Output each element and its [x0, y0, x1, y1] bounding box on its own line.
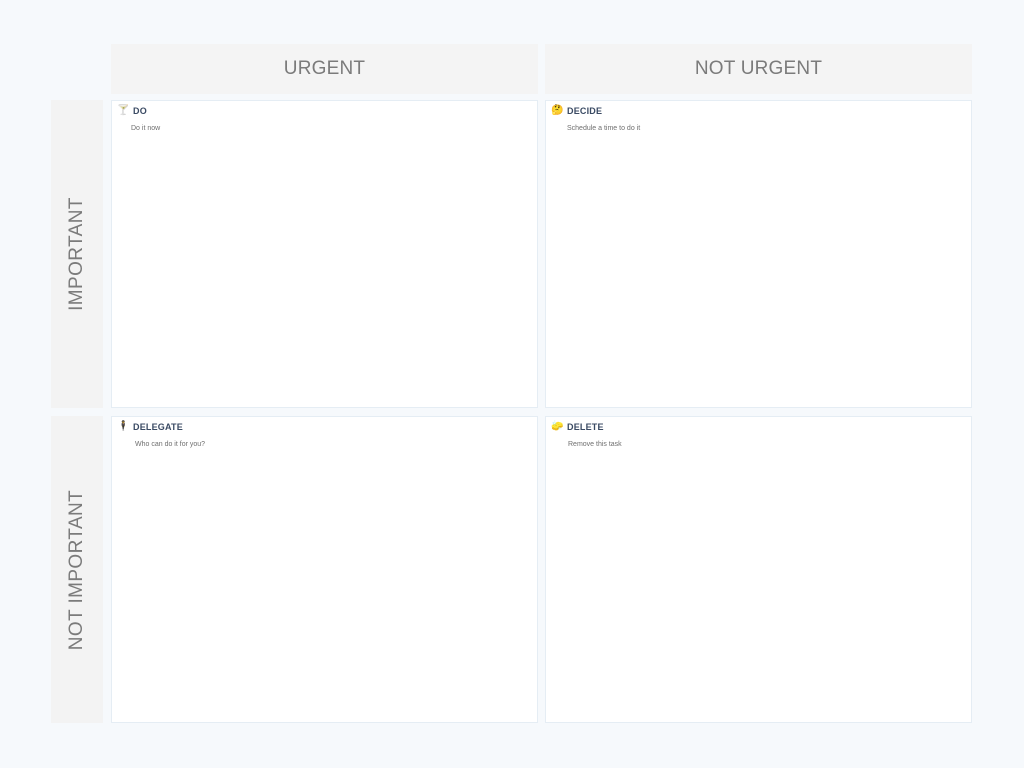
- row-header-important: IMPORTANT: [51, 100, 103, 408]
- row-header-important-label: IMPORTANT: [66, 197, 88, 311]
- quadrant-do[interactable]: 🍸 DO Do it now: [111, 100, 538, 408]
- quadrant-delegate-title-text: DELEGATE: [133, 422, 183, 432]
- row-header-not-important: NOT IMPORTANT: [51, 416, 103, 723]
- person-icon: 🕴: [117, 421, 130, 432]
- quadrant-delegate-title: 🕴 DELEGATE: [117, 421, 183, 433]
- quadrant-delete-title: 🧽 DELETE: [551, 421, 604, 433]
- thinking-face-icon: 🤔: [551, 105, 564, 116]
- quadrant-decide[interactable]: 🤔 DECIDE Schedule a time to do it: [545, 100, 972, 408]
- column-header-not-urgent: NOT URGENT: [545, 44, 972, 94]
- cocktail-icon: 🍸: [117, 105, 130, 116]
- column-header-urgent: URGENT: [111, 44, 538, 94]
- quadrant-decide-title-text: DECIDE: [567, 106, 603, 116]
- quadrant-delegate[interactable]: 🕴 DELEGATE Who can do it for you?: [111, 416, 538, 723]
- eisenhower-matrix: URGENT NOT URGENT IMPORTANT NOT IMPORTAN…: [0, 0, 1024, 768]
- quadrant-decide-title: 🤔 DECIDE: [551, 105, 602, 117]
- row-header-not-important-label: NOT IMPORTANT: [66, 489, 87, 650]
- quadrant-delete-title-text: DELETE: [567, 422, 604, 432]
- column-header-urgent-label: URGENT: [283, 58, 366, 79]
- quadrant-delegate-subtitle: Who can do it for you?: [135, 441, 206, 448]
- quadrant-decide-subtitle: Schedule a time to do it: [567, 125, 641, 132]
- quadrant-delete[interactable]: 🧽 DELETE Remove this task: [545, 416, 972, 723]
- quadrant-do-title-text: DO: [133, 106, 147, 116]
- quadrant-delete-subtitle: Remove this task: [568, 441, 622, 448]
- quadrant-do-subtitle: Do it now: [131, 125, 161, 132]
- column-header-not-urgent-label: NOT URGENT: [694, 58, 823, 79]
- quadrant-do-title: 🍸 DO: [117, 105, 147, 117]
- eraser-icon: 🧽: [551, 421, 564, 432]
